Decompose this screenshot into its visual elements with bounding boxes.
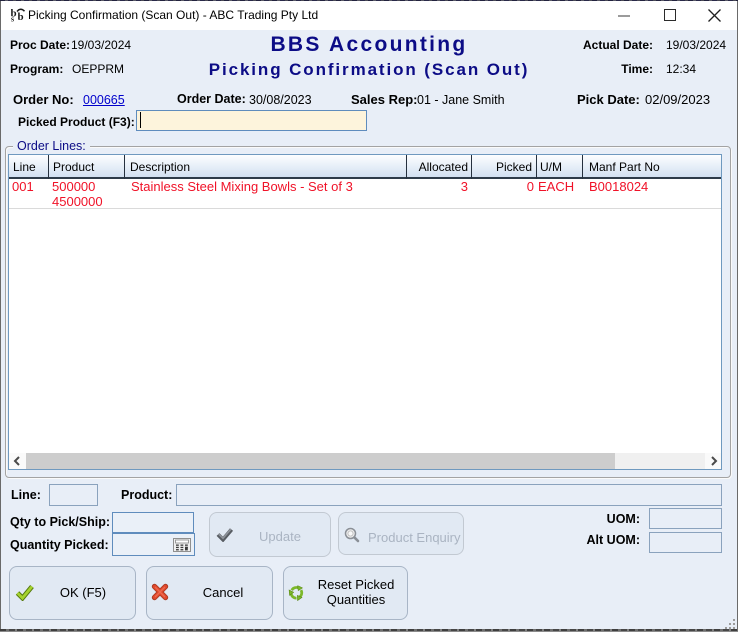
svg-text:s: s (11, 15, 14, 23)
svg-text:b: b (18, 11, 24, 22)
